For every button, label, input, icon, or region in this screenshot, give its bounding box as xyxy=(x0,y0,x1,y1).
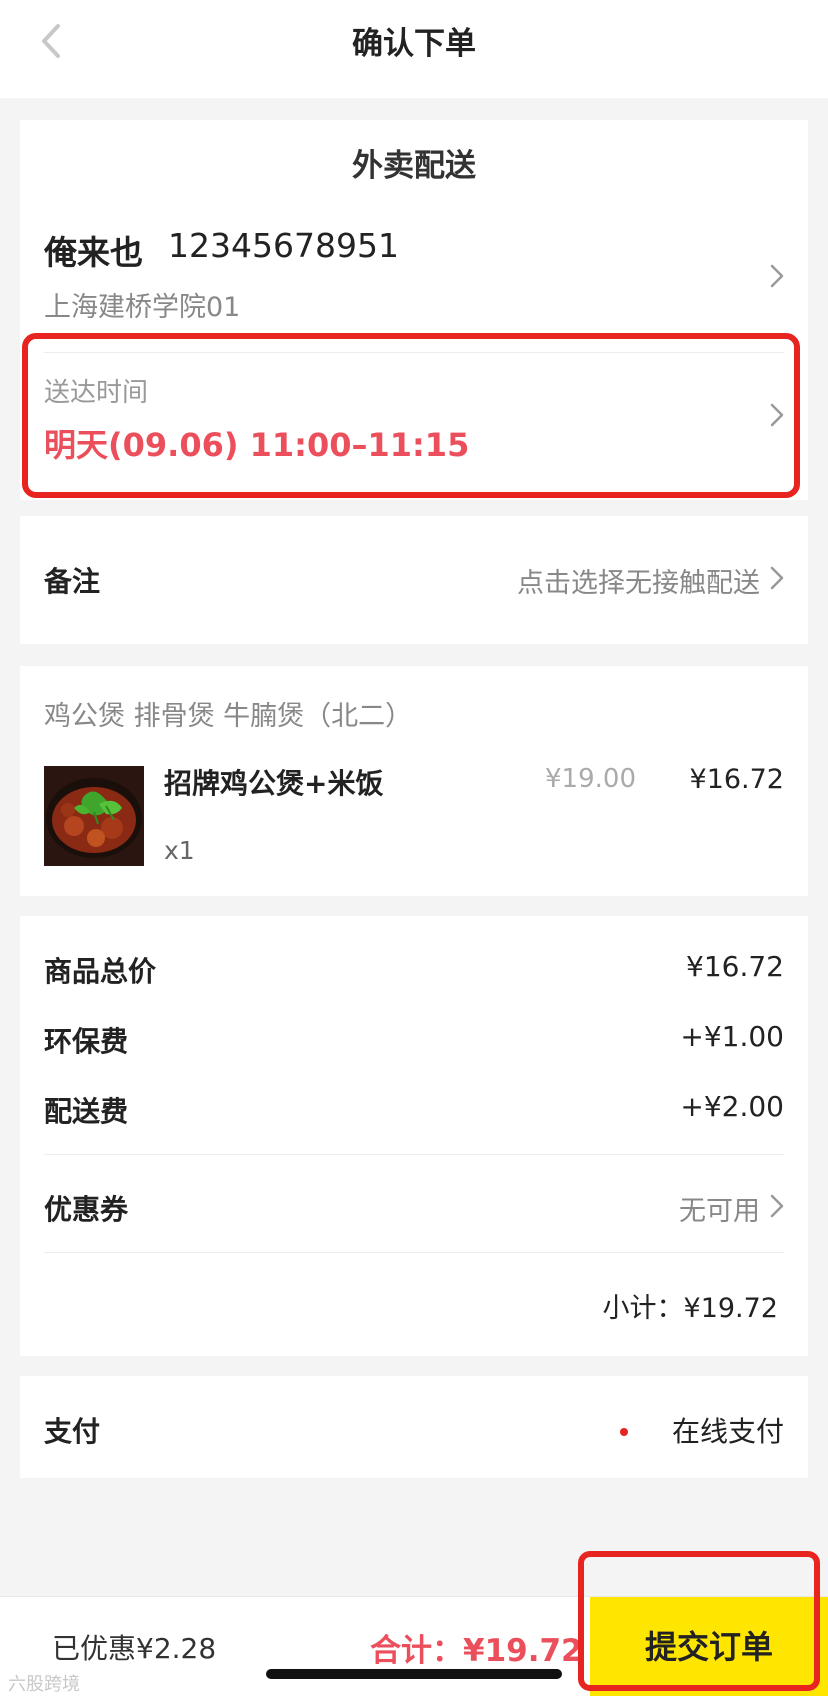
page-title: 确认下单 xyxy=(352,26,476,62)
home-indicator xyxy=(266,1669,562,1679)
payment-method: 在线支付 xyxy=(671,1415,784,1448)
saved-amount: 已优惠¥2.28 xyxy=(52,1632,217,1665)
delivery-time-value: 明天(09.06) 11:00–11:15 xyxy=(44,426,470,464)
navigation-bar: 确认下单 xyxy=(0,0,828,98)
delivery-card: 外卖配送 俺来也 12345678951 上海建桥学院01 送达时间 明天(09… xyxy=(20,120,808,500)
chevron-right-icon xyxy=(770,566,784,590)
dish-price: ¥16.72 xyxy=(689,764,784,795)
order-items-card: 鸡公煲 排骨煲 牛腩煲（北二） 招牌鸡公煲+米饭 x1 ¥19.00 ¥16.7… xyxy=(20,666,808,896)
goods-total-label: 商品总价 xyxy=(44,955,157,988)
submit-order-button[interactable]: 提交订单 xyxy=(590,1597,828,1696)
divider xyxy=(44,352,784,353)
subtotal: 小计：¥19.72 xyxy=(602,1293,778,1324)
payment-card[interactable]: 支付 在线支付 xyxy=(20,1376,808,1478)
divider xyxy=(44,1252,784,1253)
dish-image xyxy=(44,766,144,866)
bottom-action-bar: 已优惠¥2.28 合计：¥19.72 提交订单 xyxy=(0,1596,828,1696)
payment-label: 支付 xyxy=(44,1415,101,1448)
payment-selected-dot xyxy=(620,1428,628,1436)
order-total: 合计：¥19.72 xyxy=(370,1633,583,1669)
delivery-fee-value: +¥2.00 xyxy=(680,1090,784,1123)
delivery-address: 上海建桥学院01 xyxy=(44,292,241,323)
dish-original-price: ¥19.00 xyxy=(545,764,636,794)
delivery-fee-label: 配送费 xyxy=(44,1095,129,1128)
eco-fee-label: 环保费 xyxy=(44,1025,129,1058)
divider xyxy=(44,1154,784,1155)
goods-total-value: ¥16.72 xyxy=(686,950,784,983)
cost-summary-card: 商品总价 ¥16.72 环保费 +¥1.00 配送费 +¥2.00 优惠券 无可… xyxy=(20,916,808,1356)
delivery-time-label: 送达时间 xyxy=(44,378,149,408)
remark-label: 备注 xyxy=(44,565,101,598)
eco-fee-value: +¥1.00 xyxy=(680,1020,784,1053)
chevron-right-icon xyxy=(770,403,784,427)
contact-name: 俺来也 xyxy=(44,233,143,272)
chevron-right-icon xyxy=(770,1194,784,1218)
dish-quantity: x1 xyxy=(164,836,195,865)
coupon-label: 优惠券 xyxy=(44,1193,129,1226)
shop-name: 鸡公煲 排骨煲 牛腩煲（北二） xyxy=(44,701,413,732)
contact-phone: 12345678951 xyxy=(168,226,399,265)
dish-name: 招牌鸡公煲+米饭 xyxy=(164,767,384,800)
watermark: 六股跨境 xyxy=(8,1674,80,1695)
remark-card[interactable]: 备注 点击选择无接触配送 xyxy=(20,516,808,644)
remark-value: 点击选择无接触配送 xyxy=(517,568,760,599)
coupon-value: 无可用 xyxy=(679,1196,760,1227)
chevron-right-icon xyxy=(770,264,784,288)
delivery-mode-label: 外卖配送 xyxy=(352,148,476,184)
